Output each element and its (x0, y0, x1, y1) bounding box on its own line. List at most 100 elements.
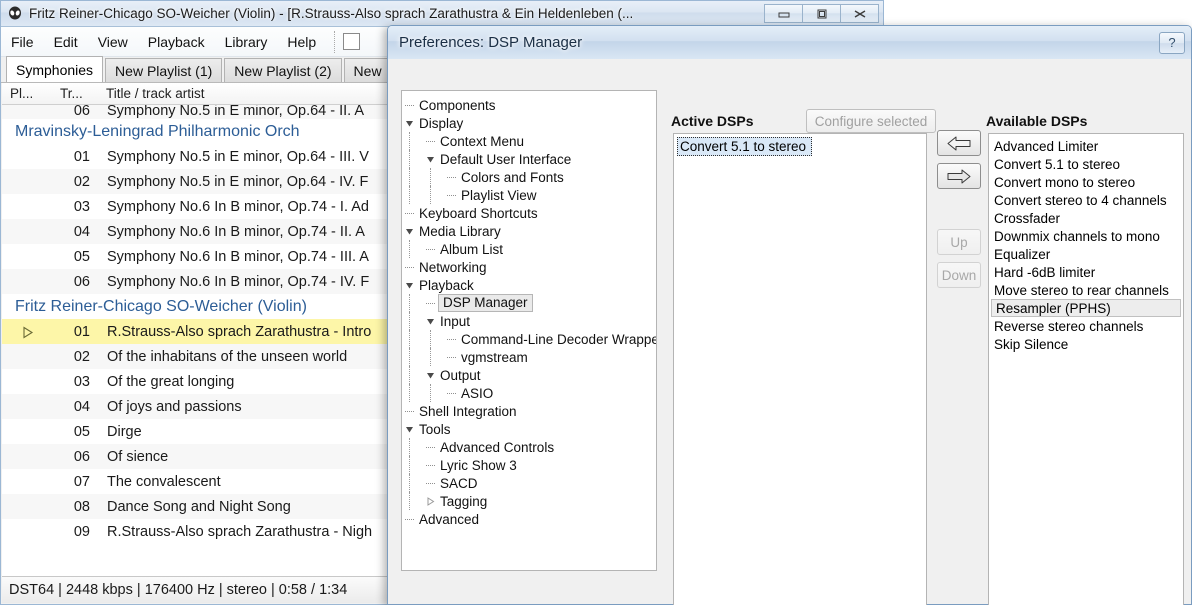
tree-item-media-library[interactable]: Media Library (402, 222, 656, 240)
available-dsp-item[interactable]: Crossfader (989, 209, 1183, 227)
tree-item-label: Advanced Controls (440, 439, 555, 455)
tree-item-display[interactable]: Display (402, 114, 656, 132)
available-dsp-item[interactable]: Advanced Limiter (989, 137, 1183, 155)
preferences-tree[interactable]: Components Display Context Menu Default Use… (401, 90, 657, 571)
tree-expanded-icon[interactable] (402, 119, 416, 128)
tree-item-networking[interactable]: Networking (402, 258, 656, 276)
active-dsps-label: Active DSPs (671, 113, 754, 129)
tree-expanded-icon[interactable] (423, 155, 437, 164)
playlist-tab-new-playlist-2[interactable]: New Playlist (2) (224, 58, 342, 82)
player-titlebar[interactable]: Fritz Reiner-Chicago SO-Weicher (Violin)… (1, 1, 883, 27)
configure-selected-button[interactable]: Configure selected (806, 109, 936, 133)
tree-item-output[interactable]: Output (402, 366, 656, 384)
tree-expanded-icon[interactable] (402, 227, 416, 236)
tree-item-tools[interactable]: Tools (402, 420, 656, 438)
tree-indent (430, 186, 444, 204)
available-dsp-item[interactable]: Reverse stereo channels (989, 317, 1183, 335)
add-dsp-button[interactable] (937, 130, 981, 156)
toolbar-checkbox[interactable] (343, 33, 361, 50)
available-dsp-item[interactable]: Downmix channels to mono (989, 227, 1183, 245)
tree-item-label: Command-Line Decoder Wrapper (461, 331, 657, 347)
help-icon[interactable]: ? (1159, 31, 1185, 54)
tree-indent (409, 348, 423, 366)
tree-item-command-line-decoder-wrapper[interactable]: Command-Line Decoder Wrapper (402, 330, 656, 348)
playlist-cell-track: 06 (73, 105, 90, 119)
tree-item-label: Output (440, 367, 481, 383)
tree-expanded-icon[interactable] (402, 425, 416, 434)
playlist-tab-symphonies[interactable]: Symphonies (6, 56, 104, 82)
menu-library[interactable]: Library (215, 30, 278, 54)
screen: Fritz Reiner-Chicago SO-Weicher (Violin)… (0, 0, 1192, 605)
available-dsp-item[interactable]: Convert mono to stereo (989, 173, 1183, 191)
tree-item-label: Lyric Show 3 (440, 457, 517, 473)
available-dsp-item[interactable]: Equalizer (989, 245, 1183, 263)
available-dsp-item[interactable]: Move stereo to rear channels (989, 281, 1183, 299)
tree-expanded-icon[interactable] (423, 371, 437, 380)
tree-item-input[interactable]: Input (402, 312, 656, 330)
tree-leaf-connector (423, 464, 437, 466)
tree-item-context-menu[interactable]: Context Menu (402, 132, 656, 150)
tree-indent (409, 132, 423, 150)
tree-item-label: Tagging (440, 493, 488, 509)
tree-item-components[interactable]: Components (402, 96, 656, 114)
restore-button[interactable] (802, 4, 841, 23)
preferences-title: Preferences: DSP Manager (399, 34, 583, 51)
tree-item-dsp-manager[interactable]: DSP Manager (402, 294, 656, 312)
tree-item-shell-integration[interactable]: Shell Integration (402, 402, 656, 420)
tree-item-sacd[interactable]: SACD (402, 474, 656, 492)
available-dsp-item[interactable]: Convert 5.1 to stereo (989, 155, 1183, 173)
menu-help[interactable]: Help (277, 30, 326, 54)
available-dsp-item[interactable]: Skip Silence (989, 335, 1183, 353)
tree-item-label: Keyboard Shortcuts (419, 205, 538, 221)
active-dsps-list[interactable]: Convert 5.1 to stereo (673, 133, 927, 605)
menu-edit[interactable]: Edit (44, 30, 88, 54)
tree-indent (409, 474, 423, 492)
menu-file[interactable]: File (1, 30, 44, 54)
column-header-track[interactable]: Tr... (52, 86, 98, 101)
tree-indent (409, 240, 423, 258)
tree-item-asio[interactable]: ASIO (402, 384, 656, 402)
tree-item-playback[interactable]: Playback (402, 276, 656, 294)
tree-indent (409, 384, 423, 402)
minimize-button[interactable] (764, 4, 803, 23)
tree-item-colors-and-fonts[interactable]: Colors and Fonts (402, 168, 656, 186)
tree-collapsed-icon[interactable] (423, 496, 437, 506)
tree-item-label: vgmstream (461, 349, 528, 365)
move-up-button[interactable]: Up (937, 229, 981, 255)
tree-item-advanced[interactable]: Advanced (402, 510, 656, 528)
menu-view[interactable]: View (88, 30, 138, 54)
available-dsp-item[interactable]: Resampler (PPHS) (991, 299, 1181, 317)
remove-dsp-button[interactable] (937, 163, 981, 189)
tree-item-vgmstream[interactable]: vgmstream (402, 348, 656, 366)
tree-leaf-connector (444, 176, 458, 178)
tree-item-lyric-show-3[interactable]: Lyric Show 3 (402, 456, 656, 474)
active-dsp-item[interactable]: Convert 5.1 to stereo (677, 137, 812, 156)
available-dsp-item[interactable]: Convert stereo to 4 channels (989, 191, 1183, 209)
playlist-tab-new-playlist-1[interactable]: New Playlist (1) (105, 58, 223, 82)
available-dsps-list[interactable]: Advanced Limiter Convert 5.1 to stereo Con… (988, 133, 1184, 605)
playlist-cell-track: 09 (73, 523, 90, 540)
menu-playback[interactable]: Playback (138, 30, 215, 54)
tree-item-default-user-interface[interactable]: Default User Interface (402, 150, 656, 168)
playlist-cell-track: 02 (73, 348, 90, 365)
tree-expanded-icon[interactable] (423, 317, 437, 326)
playlist-cell-track: 06 (73, 273, 90, 290)
playlist-cell-track: 05 (73, 423, 90, 440)
playlist-cell-track: 07 (73, 473, 90, 490)
preferences-titlebar[interactable]: Preferences: DSP Manager ? (388, 26, 1191, 59)
tree-expanded-icon[interactable] (402, 281, 416, 290)
tree-item-playlist-view[interactable]: Playlist View (402, 186, 656, 204)
tree-item-keyboard-shortcuts[interactable]: Keyboard Shortcuts (402, 204, 656, 222)
close-button[interactable] (840, 4, 879, 23)
tree-indent (409, 438, 423, 456)
tree-leaf-connector (444, 194, 458, 196)
available-dsp-item[interactable]: Hard -6dB limiter (989, 263, 1183, 281)
move-down-button[interactable]: Down (937, 262, 981, 288)
column-header-playing[interactable]: Pl... (2, 86, 52, 101)
tree-item-tagging[interactable]: Tagging (402, 492, 656, 510)
playlist-tab-new[interactable]: New (343, 58, 392, 82)
playlist-cell-track: 04 (73, 223, 90, 240)
tree-item-album-list[interactable]: Album List (402, 240, 656, 258)
tree-item-advanced-controls[interactable]: Advanced Controls (402, 438, 656, 456)
available-dsps-label: Available DSPs (986, 113, 1088, 129)
